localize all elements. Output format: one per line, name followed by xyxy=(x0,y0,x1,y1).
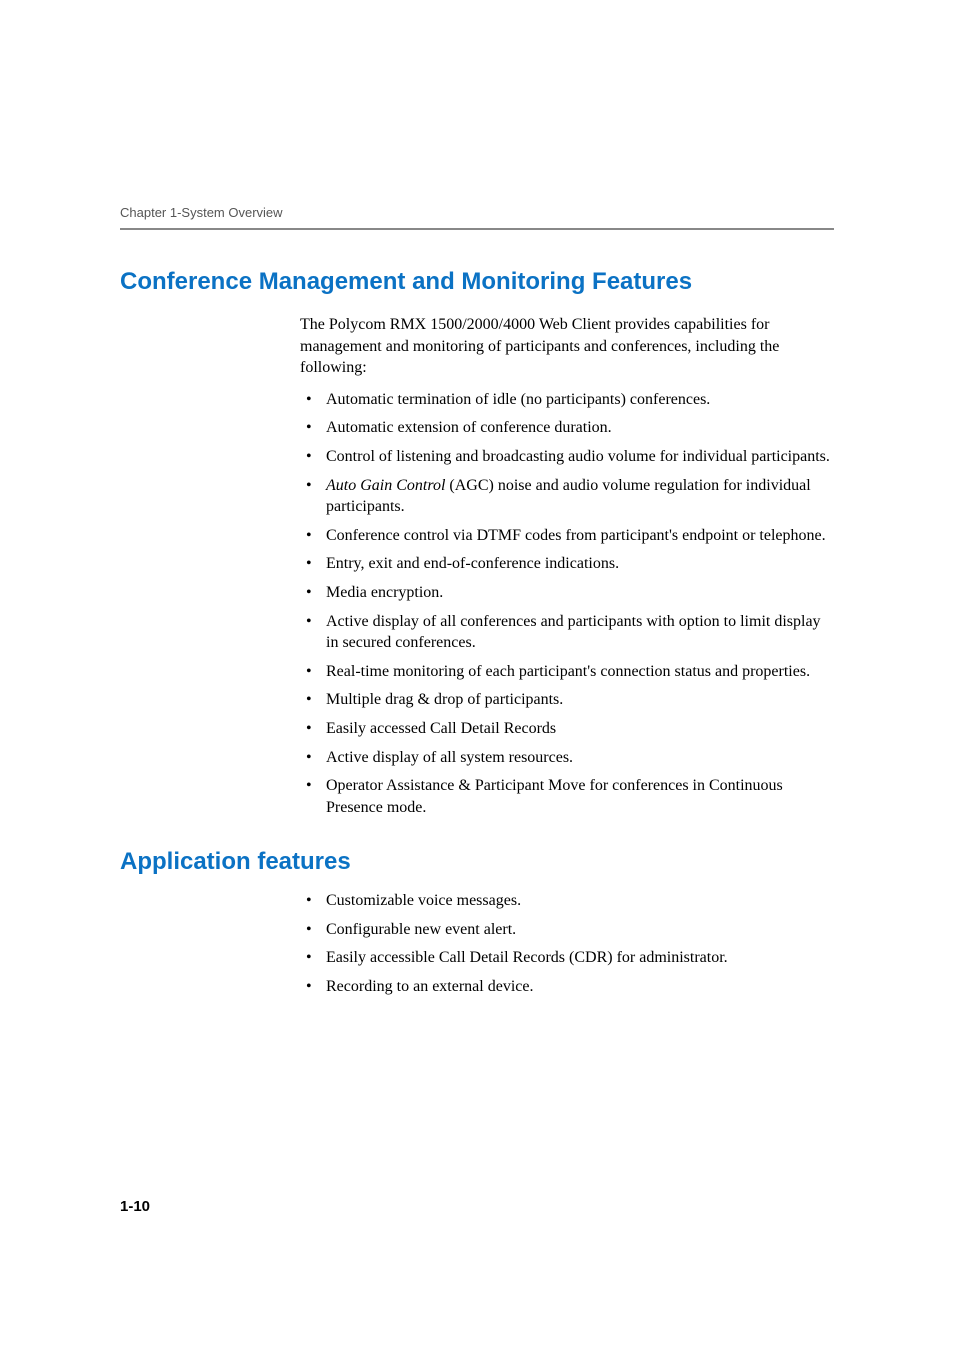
running-header: Chapter 1-System Overview xyxy=(120,205,834,220)
intro-paragraph: The Polycom RMX 1500/2000/4000 Web Clien… xyxy=(300,314,830,379)
agc-term: Auto Gain Control xyxy=(326,477,445,494)
conference-management-body: The Polycom RMX 1500/2000/4000 Web Clien… xyxy=(300,314,830,818)
heading-application-features: Application features xyxy=(120,848,834,876)
list-item: Entry, exit and end-of-conference indica… xyxy=(300,553,830,575)
conference-feature-list: Automatic termination of idle (no partic… xyxy=(300,389,830,819)
page: Chapter 1-System Overview Conference Man… xyxy=(0,0,954,1350)
list-item: Configurable new event alert. xyxy=(300,919,830,941)
application-feature-list: Customizable voice messages. Configurabl… xyxy=(300,890,830,997)
list-item: Media encryption. xyxy=(300,582,830,604)
page-number: 1-10 xyxy=(120,1198,150,1215)
header-rule xyxy=(120,228,834,230)
list-item: Control of listening and broadcasting au… xyxy=(300,446,830,468)
heading-conference-management: Conference Management and Monitoring Fea… xyxy=(120,268,834,296)
list-item: Automatic termination of idle (no partic… xyxy=(300,389,830,411)
list-item: Multiple drag & drop of participants. xyxy=(300,689,830,711)
list-item: Operator Assistance & Participant Move f… xyxy=(300,775,830,818)
list-item: Conference control via DTMF codes from p… xyxy=(300,525,830,547)
list-item: Customizable voice messages. xyxy=(300,890,830,912)
application-features-body: Customizable voice messages. Configurabl… xyxy=(300,890,830,997)
list-item: Automatic extension of conference durati… xyxy=(300,417,830,439)
list-item: Real-time monitoring of each participant… xyxy=(300,661,830,683)
list-item: Active display of all conferences and pa… xyxy=(300,611,830,654)
list-item: Easily accessible Call Detail Records (C… xyxy=(300,947,830,969)
list-item: Easily accessed Call Detail Records xyxy=(300,718,830,740)
list-item: Active display of all system resources. xyxy=(300,747,830,769)
list-item: Recording to an external device. xyxy=(300,976,830,998)
list-item: Auto Gain Control (AGC) noise and audio … xyxy=(300,475,830,518)
